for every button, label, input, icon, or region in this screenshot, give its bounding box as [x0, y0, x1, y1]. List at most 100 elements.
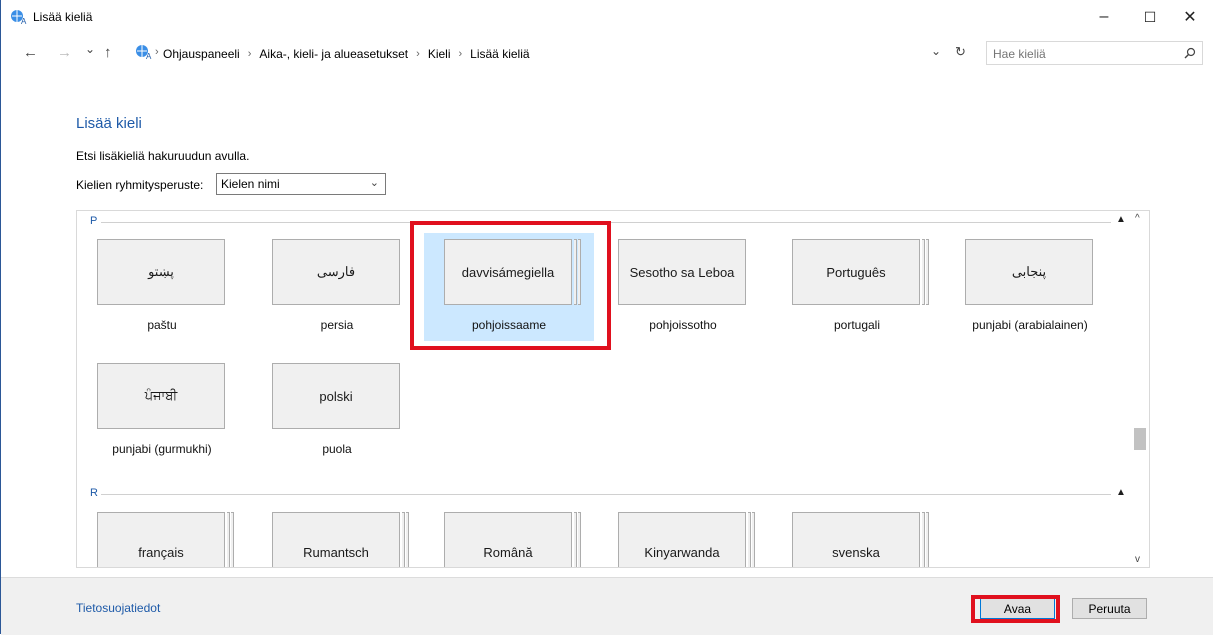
breadcrumb-separator[interactable]: › — [459, 48, 463, 60]
language-list-panel: P ▲ پښتو paštu فارسی persia davvisámegie… — [76, 210, 1150, 568]
svg-text:A: A — [146, 52, 152, 60]
language-tile[interactable]: Kinyarwanda — [598, 506, 768, 567]
language-tile[interactable]: فارسی persia — [252, 233, 422, 341]
page-title: Lisää kieli — [76, 115, 142, 132]
language-tile[interactable]: svenska — [772, 506, 942, 567]
language-native-name: Sesotho sa Leboa — [618, 239, 746, 305]
tile-stack-edge — [578, 512, 581, 567]
chevron-down-icon: ⌄ — [85, 42, 96, 56]
language-native-name: پنجابی — [965, 239, 1093, 305]
scrollbar-thumb[interactable] — [1134, 428, 1146, 450]
privacy-link[interactable]: Tietosuojatiedot — [76, 601, 160, 615]
language-tile[interactable]: français — [77, 506, 247, 567]
address-dropdown-button[interactable]: ⌄ — [931, 44, 941, 58]
highlight-box-open-button — [971, 595, 1060, 623]
tile-stack-edge — [402, 512, 405, 567]
back-button[interactable]: ← — [23, 44, 38, 61]
language-tile[interactable]: Sesotho sa Leboa pohjoissotho — [598, 233, 768, 341]
language-native-name: Rumantsch — [272, 512, 400, 567]
minimize-button[interactable]: – — [1081, 0, 1127, 34]
section-letter-p: P — [90, 215, 98, 227]
forward-button[interactable]: → — [57, 44, 72, 61]
collapse-section-r-button[interactable]: ▲ — [1116, 487, 1126, 498]
group-by-label: Kielien ryhmitysperuste: — [76, 178, 204, 192]
tile-stack-edge — [406, 512, 409, 567]
refresh-button[interactable]: ↻ — [955, 44, 966, 60]
language-native-name: français — [97, 512, 225, 567]
page-description: Etsi lisäkieliä hakuruudun avulla. — [76, 149, 250, 163]
language-tile[interactable]: Română — [424, 506, 594, 567]
tile-stack-edge — [926, 239, 929, 305]
section-letter-r: R — [90, 487, 98, 499]
language-native-name: پښتو — [97, 239, 225, 305]
tile-stack-edge — [227, 512, 230, 567]
language-native-name: polski — [272, 363, 400, 429]
search-icon[interactable] — [1184, 47, 1196, 59]
language-tile[interactable]: Rumantsch — [252, 506, 422, 567]
breadcrumb-item-add-languages[interactable]: Lisää kieliä — [470, 47, 529, 61]
breadcrumb: Ohjauspaneeli › Aika-, kieli- ja aluease… — [163, 47, 530, 61]
minimize-icon: – — [1099, 8, 1109, 25]
language-caption: persia — [320, 318, 354, 332]
language-caption: paštu — [147, 318, 177, 332]
breadcrumb-item-control-panel[interactable]: Ohjauspaneeli — [163, 47, 240, 61]
language-caption: punjabi (arabialainen) — [972, 318, 1088, 332]
group-by-value: Kielen nimi — [221, 177, 280, 191]
scroll-up-icon[interactable]: ^ — [1135, 213, 1140, 224]
up-button[interactable]: ↑ — [104, 44, 112, 61]
cancel-button[interactable]: Peruuta — [1072, 598, 1147, 619]
refresh-icon: ↻ — [955, 44, 966, 59]
maximize-icon: ☐ — [1143, 8, 1157, 25]
forward-arrow-icon: → — [57, 44, 72, 61]
language-globe-icon: A — [11, 10, 27, 25]
language-caption: portugali — [833, 318, 881, 332]
search-box — [986, 41, 1203, 65]
tile-stack-edge — [926, 512, 929, 567]
language-native-name: svenska — [792, 512, 920, 567]
language-caption: pohjoissotho — [649, 318, 717, 332]
language-caption: punjabi (gurmukhi) — [112, 442, 212, 456]
navigation-bar: ← → ⌄ ↑ A › Ohjauspaneeli › Aika-, kieli… — [1, 36, 1213, 70]
scroll-down-icon[interactable]: v — [1135, 554, 1140, 565]
back-arrow-icon: ← — [23, 44, 38, 61]
breadcrumb-separator[interactable]: › — [416, 48, 420, 60]
search-input[interactable] — [991, 45, 1175, 63]
language-tile[interactable]: پنجابی punjabi (arabialainen) — [945, 233, 1115, 341]
tile-stack-edge — [748, 512, 751, 567]
tile-stack-edge — [752, 512, 755, 567]
chevron-down-icon: ⌄ — [369, 177, 379, 189]
vertical-scrollbar[interactable]: ^ v — [1131, 211, 1149, 567]
chevron-down-icon: ⌄ — [931, 44, 942, 58]
language-tile[interactable]: ਪੰਜਾਬੀ punjabi (gurmukhi) — [77, 357, 247, 465]
tile-stack-edge — [922, 239, 925, 305]
close-button[interactable]: ✕ — [1167, 0, 1213, 34]
language-native-name: فارسی — [272, 239, 400, 305]
language-tile[interactable]: polski puola — [252, 357, 422, 465]
add-languages-window: A Lisää kieliä – ☐ ✕ ← → ⌄ ↑ A › Ohjausp… — [0, 0, 1213, 635]
breadcrumb-separator: › — [155, 46, 159, 58]
address-bar[interactable]: A › Ohjauspaneeli › Aika-, kieli- ja alu… — [129, 41, 977, 65]
cancel-button-label: Peruuta — [1088, 601, 1131, 616]
footer-bar: Tietosuojatiedot Avaa Peruuta — [1, 577, 1213, 635]
language-native-name: Português — [792, 239, 920, 305]
language-tile[interactable]: Português portugali — [772, 233, 942, 341]
close-icon: ✕ — [1183, 9, 1197, 26]
language-native-name: Română — [444, 512, 572, 567]
section-divider — [101, 494, 1111, 495]
breadcrumb-item-time-language-region[interactable]: Aika-, kieli- ja alueasetukset — [259, 47, 408, 61]
language-tile[interactable]: پښتو paštu — [77, 233, 247, 341]
tile-stack-edge — [574, 512, 577, 567]
tile-stack-edge — [922, 512, 925, 567]
collapse-section-p-button[interactable]: ▲ — [1116, 214, 1126, 225]
language-globe-icon: A — [136, 45, 152, 60]
breadcrumb-item-language[interactable]: Kieli — [428, 47, 451, 61]
breadcrumb-separator[interactable]: › — [248, 48, 252, 60]
highlight-box-selected-tile — [410, 221, 611, 350]
up-arrow-icon: ↑ — [104, 44, 112, 61]
window-title: Lisää kieliä — [33, 10, 93, 24]
recent-locations-button[interactable]: ⌄ — [85, 42, 95, 56]
tile-stack-edge — [231, 512, 234, 567]
language-native-name: ਪੰਜਾਬੀ — [97, 363, 225, 429]
title-bar: A Lisää kieliä – ☐ ✕ — [1, 0, 1213, 34]
group-by-select[interactable]: Kielen nimi ⌄ — [216, 173, 386, 195]
